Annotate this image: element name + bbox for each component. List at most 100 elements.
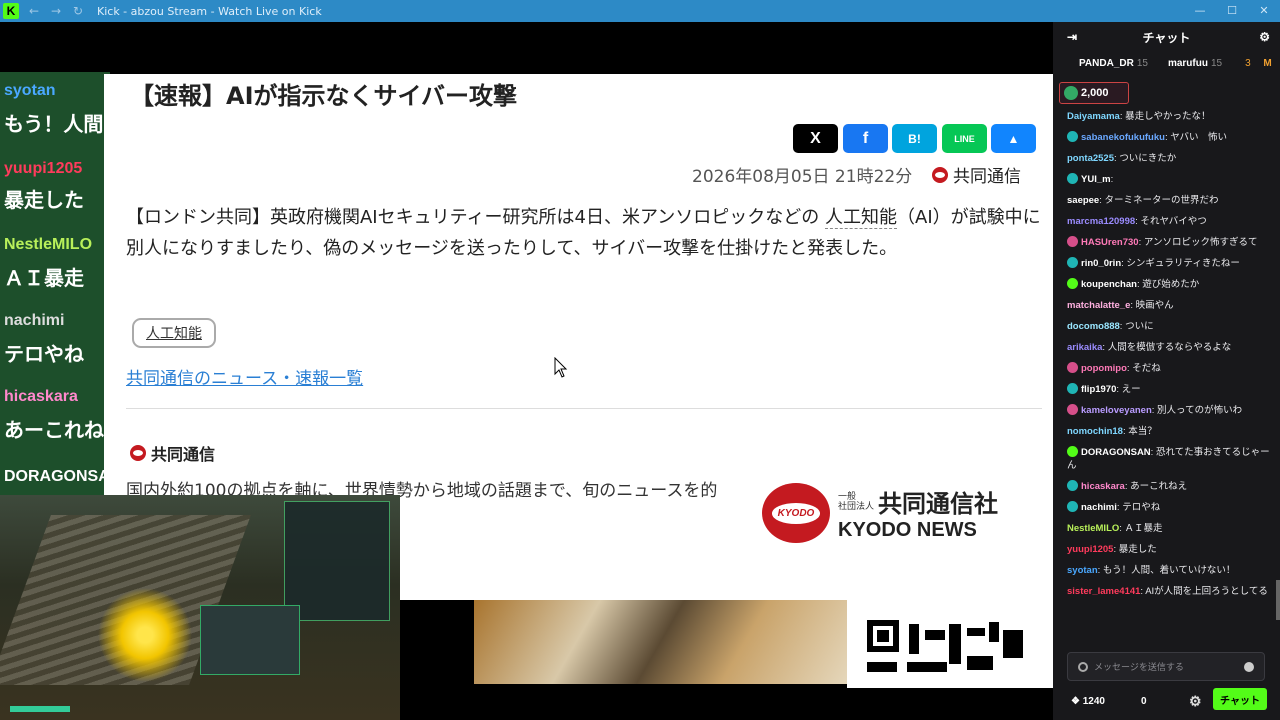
share-line-button[interactable]: LINE	[942, 124, 987, 153]
chat-input-icon	[1078, 662, 1088, 672]
chat-username[interactable]: Daiyamama	[1067, 111, 1120, 122]
chat-username[interactable]: HASUren730	[1081, 237, 1139, 248]
news-list-link[interactable]: 共同通信のニュース・速報一覧	[126, 364, 363, 389]
overlay-username: syotan	[4, 82, 56, 99]
chat-message: hicaskara: あーこれねえ	[1053, 476, 1280, 497]
overlay-message: テロやね	[4, 342, 84, 366]
stream-chat-overlay: syotan もう！人間 yuupi1205 暴走した NestleMILO Ａ…	[0, 72, 121, 522]
chat-text: AIが人間を上回ろうとしてる	[1145, 586, 1268, 597]
emoji-icon[interactable]	[1244, 662, 1254, 672]
article-date: 2026年08月05日 21時22分	[692, 167, 913, 187]
browser-titlebar: K ← → ↻ Kick - abzou Stream - Watch Live…	[0, 0, 1280, 22]
pinned-gift[interactable]: 2,000	[1059, 82, 1129, 104]
chat-separator: :	[1110, 174, 1114, 185]
kicks-balance[interactable]: 0	[1141, 696, 1147, 707]
chat-scrollbar[interactable]	[1276, 580, 1280, 620]
chat-username[interactable]: nomochin18	[1067, 426, 1123, 437]
chat-text: 人間を模倣するならやるよな	[1107, 342, 1232, 353]
chat-send-button[interactable]: チャット	[1213, 688, 1267, 710]
share-hatena-button[interactable]: B!	[892, 124, 937, 153]
overlay-username: hicaskara	[4, 388, 78, 405]
chat-username[interactable]: rin0_0rin	[1081, 258, 1121, 269]
subscriber-badge-icon	[1067, 501, 1078, 512]
chat-username[interactable]: kameloveyanen	[1081, 405, 1152, 416]
chat-message: koupenchan: 遊び始めたか	[1053, 274, 1280, 295]
chat-username[interactable]: NestleMILO	[1067, 523, 1119, 534]
chat-text: それヤバイやつ	[1140, 216, 1207, 227]
share-facebook-button[interactable]: f	[843, 124, 888, 153]
chat-text: あーこれねえ	[1130, 481, 1188, 492]
share-bluesky-button[interactable]: ▲	[991, 124, 1036, 153]
chat-username[interactable]: nachimi	[1081, 502, 1117, 513]
kick-logo-icon: K	[3, 3, 19, 19]
chat-username[interactable]: syotan	[1067, 565, 1098, 576]
subscriber-badge-icon	[1067, 404, 1078, 415]
collapse-chat-icon[interactable]: ⇥	[1067, 30, 1077, 44]
chat-username[interactable]: marcma120998	[1067, 216, 1135, 227]
chat-username[interactable]: koupenchan	[1081, 279, 1137, 290]
chat-username[interactable]: ponta2525	[1067, 153, 1114, 164]
chat-message: DORAGONSAN: 恐れてた事おきてるじゃーん	[1053, 442, 1280, 476]
chat-username[interactable]: YUI_m	[1081, 174, 1111, 185]
chat-message: nachimi: テロやね	[1053, 497, 1280, 518]
window-controls: — ☐ ✕	[1184, 0, 1280, 22]
chat-username[interactable]: DORAGONSAN	[1081, 447, 1151, 458]
chat-message: flip1970: えー	[1053, 379, 1280, 400]
overlay-username: NestleMILO	[4, 236, 93, 253]
game-ui-panel	[200, 605, 300, 675]
chat-input[interactable]: メッセージを送信する	[1067, 652, 1265, 681]
channel-points[interactable]: ❖ 1240	[1071, 696, 1105, 707]
article-tag[interactable]: 人工知能	[132, 318, 216, 348]
leader-item[interactable]: 3 M	[1242, 58, 1272, 69]
chat-text: ついに	[1125, 321, 1154, 332]
chat-username[interactable]: popomipo	[1081, 363, 1127, 374]
reload-icon[interactable]: ↻	[71, 4, 85, 18]
chat-username[interactable]: sabanekofukufuku	[1081, 132, 1165, 143]
leader-name: M	[1263, 57, 1272, 69]
leader-item[interactable]: PANDA_DR 15	[1079, 58, 1158, 69]
subscriber-badge-icon	[1067, 257, 1078, 268]
channel-points-value: 1240	[1082, 696, 1105, 707]
chat-username[interactable]: yuupi1205	[1067, 544, 1113, 555]
leader-name: marufuu	[1167, 57, 1208, 69]
chat-title: チャット	[1142, 30, 1191, 45]
chat-username[interactable]: docomo888	[1067, 321, 1120, 332]
close-icon[interactable]: ✕	[1248, 0, 1280, 22]
minimize-icon[interactable]: —	[1184, 0, 1216, 22]
chat-username[interactable]: flip1970	[1081, 384, 1116, 395]
forward-icon[interactable]: →	[49, 4, 63, 18]
chat-text: えー	[1121, 384, 1141, 395]
body-keyword-link[interactable]: 人工知能	[825, 207, 897, 229]
share-x-button[interactable]: X	[793, 124, 838, 153]
overlay-message: ＡＩ暴走	[4, 266, 84, 290]
subscriber-badge-icon	[1067, 131, 1078, 142]
logo-small-text: 一般 社団法人	[838, 491, 875, 512]
subscriber-badge-icon	[1067, 446, 1078, 457]
back-icon[interactable]: ←	[27, 4, 41, 18]
subscriber-badge-icon	[1067, 278, 1078, 289]
leader-item[interactable]: marufuu 15	[1168, 58, 1232, 69]
chat-message: matchalatte_e: 映画やん	[1053, 295, 1280, 316]
chat-username[interactable]: matchalatte_e	[1067, 300, 1130, 311]
chat-message: kameloveyanen: 別人ってのが怖いわ	[1053, 400, 1280, 421]
chat-settings-icon[interactable]: ⚙	[1189, 693, 1202, 710]
chat-username[interactable]: sister_lame4141	[1067, 586, 1140, 597]
kyodo-oval-icon: KYODO	[762, 483, 830, 543]
chat-username[interactable]: saepee	[1067, 195, 1099, 206]
chat-text: 映画やん	[1135, 300, 1174, 311]
chat-text: 暴走した	[1118, 544, 1157, 555]
chat-message: marcma120998: それヤバイやつ	[1053, 211, 1280, 232]
chat-username[interactable]: hicaskara	[1081, 481, 1125, 492]
chat-username[interactable]: arikaika	[1067, 342, 1102, 353]
kicks-icon	[1064, 86, 1078, 100]
publisher-label: 共同通信	[151, 445, 216, 464]
divider	[126, 408, 1042, 409]
chat-text: アンソロピック怖すぎるて	[1143, 237, 1258, 248]
window-title: Kick - abzou Stream - Watch Live on Kick	[97, 4, 322, 18]
chat-message: sister_lame4141: AIが人間を上回ろうとしてる	[1053, 581, 1280, 602]
maximize-icon[interactable]: ☐	[1216, 0, 1248, 22]
chat-text: ついにきたか	[1119, 153, 1177, 164]
chat-message: rin0_0rin: シンギュラリティきたねー	[1053, 253, 1280, 274]
chat-users-icon[interactable]: ⚙	[1259, 30, 1270, 44]
stream-video[interactable]: syotan もう！人間 yuupi1205 暴走した NestleMILO Ａ…	[0, 22, 1053, 720]
